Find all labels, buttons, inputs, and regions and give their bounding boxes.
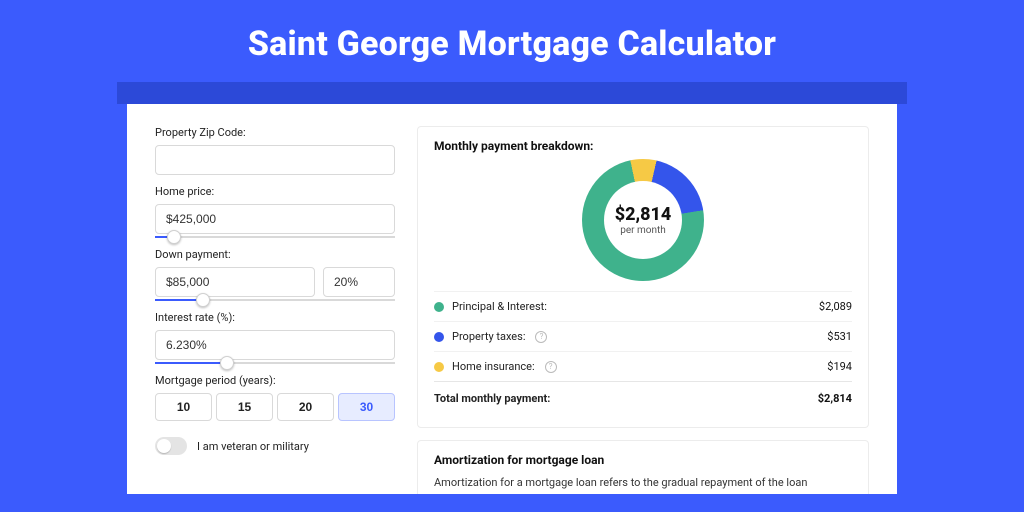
down-payment-slider[interactable]	[155, 299, 395, 301]
donut-center: $2,814 per month	[604, 181, 682, 259]
mortgage-period-label: Mortgage period (years):	[155, 374, 395, 387]
zip-input[interactable]	[155, 145, 395, 175]
home-price-label: Home price:	[155, 185, 395, 198]
period-button-10[interactable]: 10	[155, 393, 212, 421]
legend-row: Property taxes:? $531	[434, 321, 852, 351]
donut-chart-wrap: $2,814 per month	[434, 153, 852, 291]
legend-value: $2,089	[819, 300, 852, 313]
veteran-toggle[interactable]	[155, 437, 187, 455]
home-price-slider[interactable]	[155, 236, 395, 238]
legend-row: Principal & Interest: $2,089	[434, 291, 852, 321]
amortization-body: Amortization for a mortgage loan refers …	[434, 475, 852, 494]
interest-rate-slider[interactable]	[155, 362, 395, 364]
toggle-knob-icon	[157, 439, 171, 453]
home-price-input[interactable]	[155, 204, 395, 234]
legend-dot-icon	[434, 332, 444, 342]
legend-label: Home insurance:	[452, 360, 535, 373]
amortization-title: Amortization for mortgage loan	[434, 453, 852, 467]
breakdown-title: Monthly payment breakdown:	[434, 139, 852, 153]
period-button-15[interactable]: 15	[216, 393, 273, 421]
breakdown-total-row: Total monthly payment: $2,814	[434, 381, 852, 413]
legend-label: Principal & Interest:	[452, 300, 547, 313]
breakdown-legend: Principal & Interest: $2,089 Property taxe…	[434, 291, 852, 381]
breakdown-panel: Monthly payment breakdown: $2,814 per mo…	[417, 126, 869, 428]
period-button-30[interactable]: 30	[338, 393, 395, 421]
zip-label: Property Zip Code:	[155, 126, 395, 139]
down-payment-percent-input[interactable]	[323, 267, 395, 297]
interest-rate-input[interactable]	[155, 330, 395, 360]
inputs-column: Property Zip Code: Home price: Down paym…	[155, 126, 395, 494]
veteran-toggle-label: I am veteran or military	[197, 440, 309, 453]
amortization-panel: Amortization for mortgage loan Amortizat…	[417, 440, 869, 494]
legend-value: $194	[827, 360, 852, 373]
info-icon[interactable]: ?	[545, 361, 557, 373]
legend-dot-icon	[434, 362, 444, 372]
donut-chart: $2,814 per month	[582, 159, 704, 281]
mortgage-period-group: 10152030	[155, 393, 395, 421]
info-icon[interactable]: ?	[535, 331, 547, 343]
legend-row: Home insurance:? $194	[434, 351, 852, 381]
breakdown-total-label: Total monthly payment:	[434, 392, 550, 405]
legend-value: $531	[827, 330, 852, 343]
interest-rate-label: Interest rate (%):	[155, 311, 395, 324]
donut-center-period: per month	[620, 225, 666, 236]
calculator-card: Property Zip Code: Home price: Down paym…	[127, 104, 897, 494]
donut-center-amount: $2,814	[615, 204, 672, 225]
legend-label: Property taxes:	[452, 330, 525, 343]
down-payment-label: Down payment:	[155, 248, 395, 261]
period-button-20[interactable]: 20	[277, 393, 334, 421]
down-payment-amount-input[interactable]	[155, 267, 315, 297]
page-title: Saint George Mortgage Calculator	[0, 0, 1024, 82]
breakdown-total-value: $2,814	[818, 392, 852, 405]
header-accent-bar	[117, 82, 907, 104]
legend-dot-icon	[434, 302, 444, 312]
results-column: Monthly payment breakdown: $2,814 per mo…	[417, 126, 869, 494]
